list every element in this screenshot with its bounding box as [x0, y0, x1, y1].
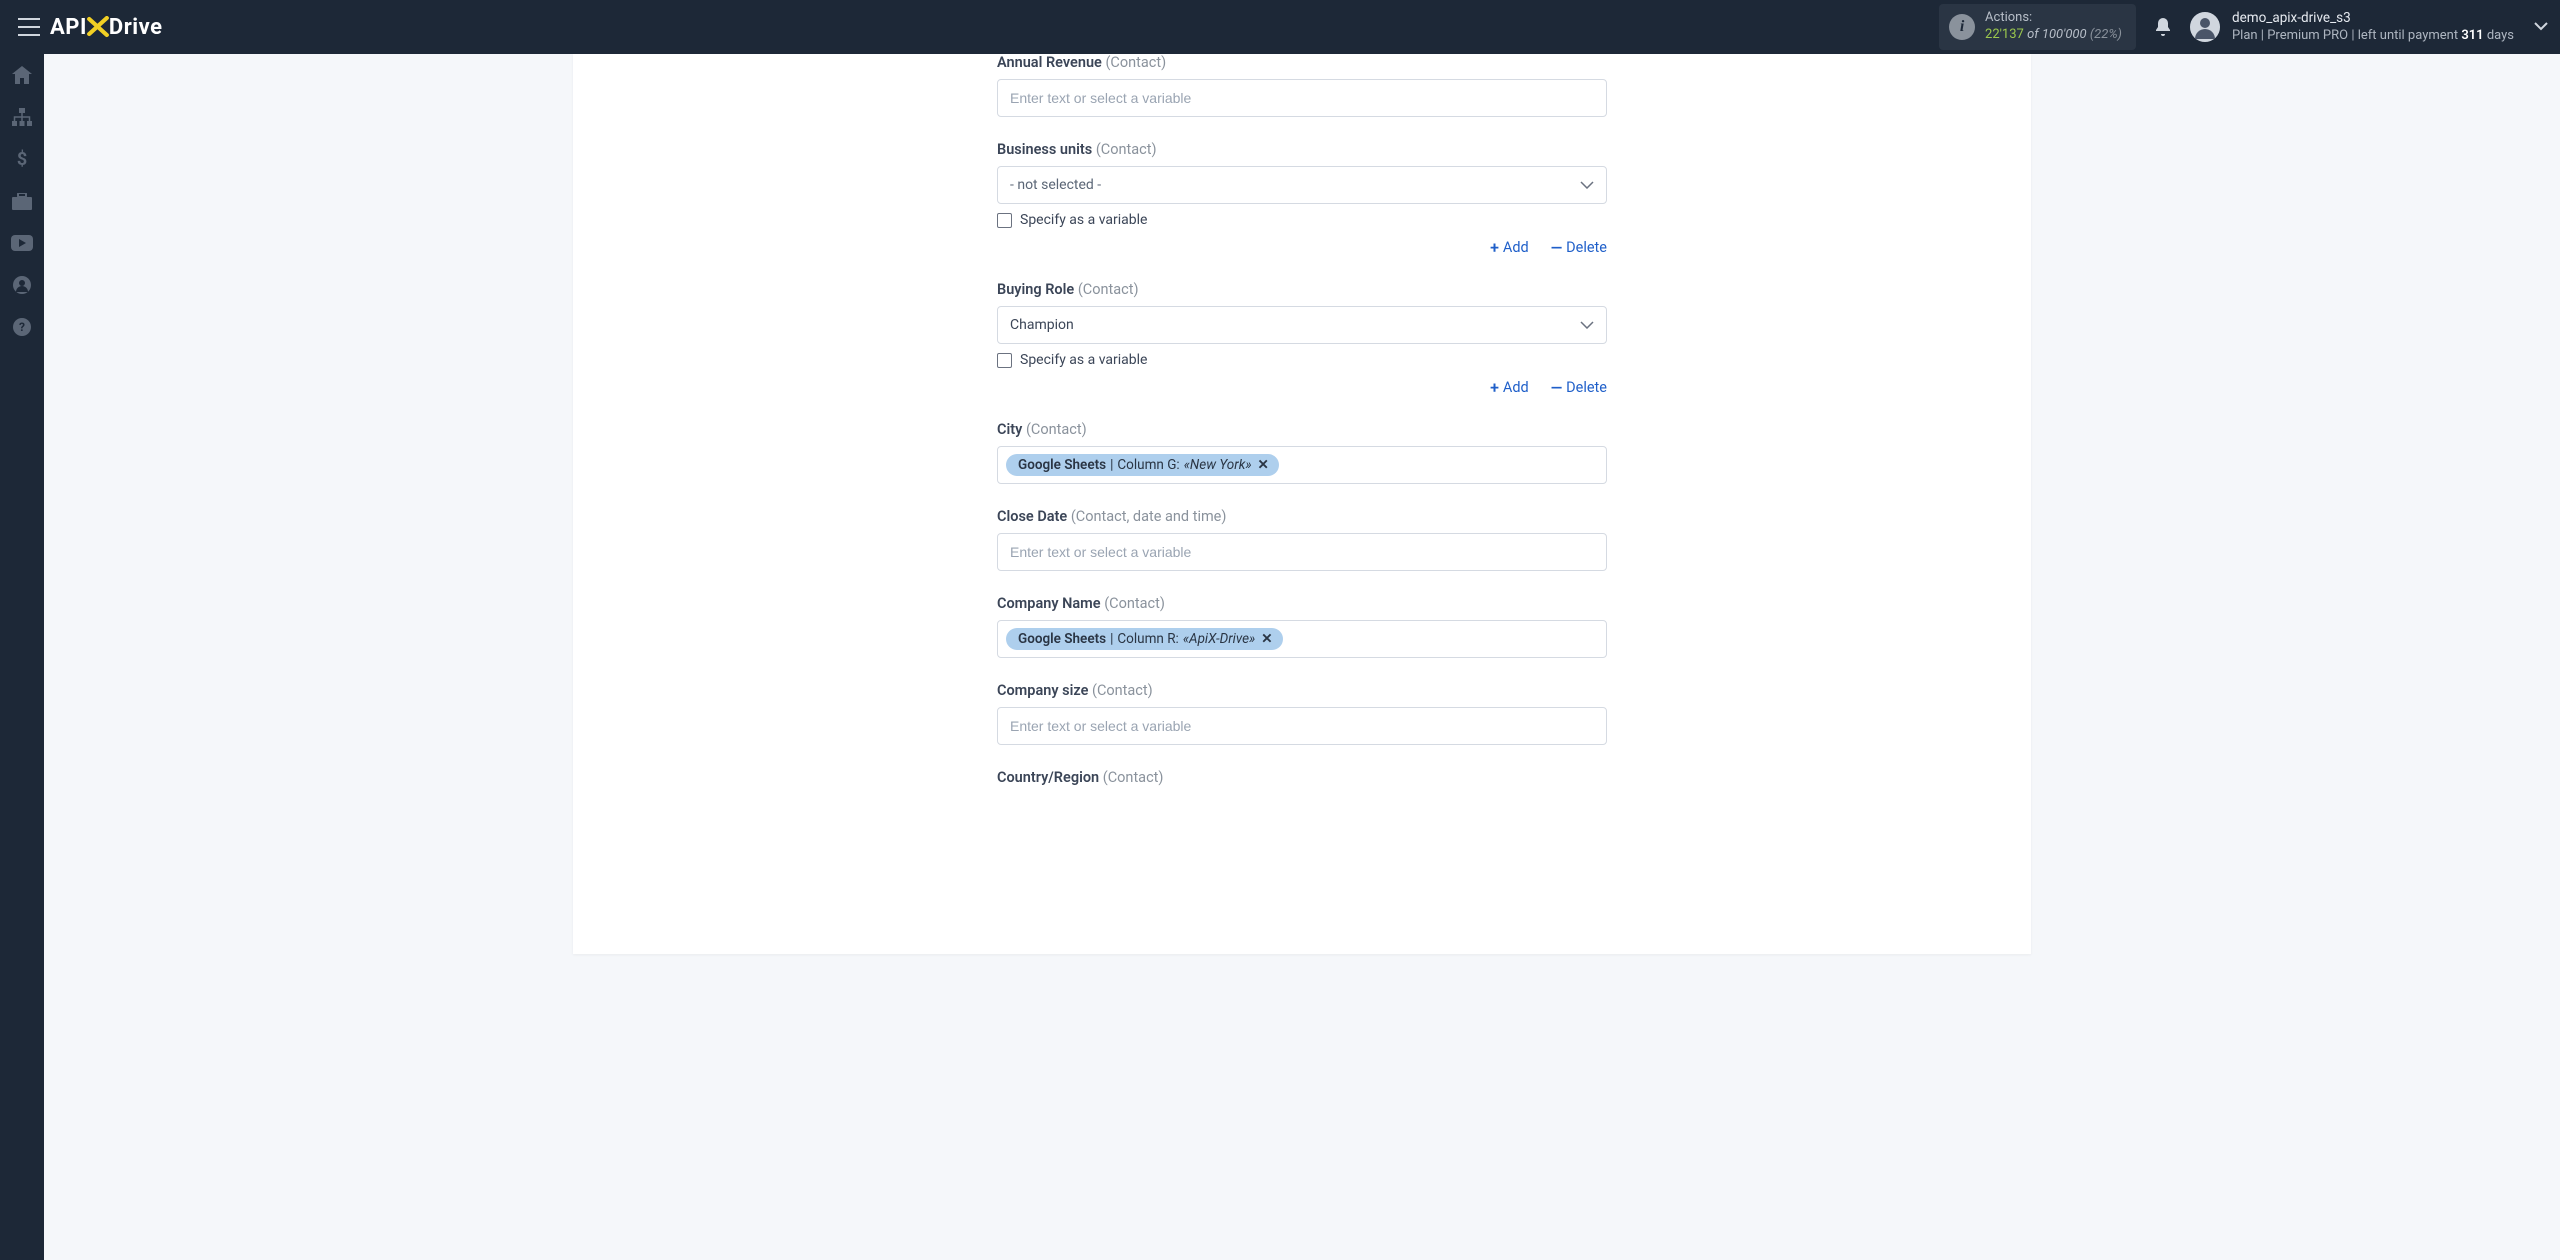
checkbox-business-units-variable[interactable]	[997, 213, 1012, 228]
avatar-icon	[2190, 12, 2220, 42]
user-name: demo_apix-drive_s3	[2232, 9, 2514, 27]
select-buying-role-value: Champion	[1010, 317, 1074, 333]
svg-text:$: $	[17, 149, 27, 169]
actions-usage[interactable]: i Actions: 22'137 of 100'000 (22%)	[1939, 4, 2136, 50]
delete-button[interactable]: —Delete	[1551, 378, 1607, 397]
checkbox-label: Specify as a variable	[1020, 212, 1147, 228]
chevron-down-icon	[1580, 181, 1594, 189]
select-business-units[interactable]: - not selected -	[997, 166, 1607, 204]
header: API Drive i Actions: 22'137 of 100'000 (…	[0, 0, 2560, 54]
form-panel: Annual Revenue (Contact) Business units …	[573, 54, 2031, 954]
main: Annual Revenue (Contact) Business units …	[44, 54, 2560, 994]
logo-pre: API	[50, 15, 87, 40]
label-company-size-sub: (Contact)	[1092, 682, 1153, 699]
field-city: City (Contact) Google Sheets | Column G:…	[997, 421, 1607, 484]
label-country-region-sub: (Contact)	[1103, 769, 1164, 786]
label-buying-role-sub: (Contact)	[1078, 281, 1139, 298]
field-company-name: Company Name (Contact) Google Sheets | C…	[997, 595, 1607, 658]
label-close-date-sub: (Contact, date and time)	[1071, 508, 1227, 525]
plus-icon: +	[1490, 378, 1499, 397]
checkbox-buying-role-variable[interactable]	[997, 353, 1012, 368]
chevron-down-icon	[1580, 321, 1594, 329]
input-close-date[interactable]	[997, 533, 1607, 571]
logo-post: Drive	[109, 15, 163, 40]
sidebar-dollar-icon[interactable]: $	[0, 138, 44, 180]
actions-pct: (22%)	[2090, 27, 2122, 42]
minus-icon: —	[1551, 379, 1562, 397]
field-buying-role: Buying Role (Contact) Champion Specify a…	[997, 281, 1607, 397]
field-company-size: Company size (Contact)	[997, 682, 1607, 745]
sidebar-user-icon[interactable]	[0, 264, 44, 306]
actions-label: Actions:	[1985, 10, 2122, 27]
label-country-region: Country/Region	[997, 769, 1099, 786]
delete-button[interactable]: —Delete	[1551, 238, 1607, 257]
close-icon[interactable]: ✕	[1261, 631, 1272, 647]
sidebar-video-icon[interactable]	[0, 222, 44, 264]
sidebar-sitemap-icon[interactable]	[0, 96, 44, 138]
label-city-sub: (Contact)	[1026, 421, 1087, 438]
chip-company-name: Google Sheets | Column R: «ApiX-Drive» ✕	[1006, 628, 1283, 650]
header-right: i Actions: 22'137 of 100'000 (22%) demo_…	[1939, 4, 2548, 50]
select-buying-role[interactable]: Champion	[997, 306, 1607, 344]
logo[interactable]: API Drive	[50, 15, 162, 40]
label-annual-revenue-sub: (Contact)	[1105, 54, 1166, 71]
input-city[interactable]: Google Sheets | Column G: «New York» ✕	[997, 446, 1607, 484]
label-business-units: Business units	[997, 141, 1092, 158]
select-business-units-value: - not selected -	[1010, 177, 1101, 193]
label-company-name-sub: (Contact)	[1104, 595, 1165, 612]
info-icon: i	[1949, 14, 1975, 40]
svg-text:?: ?	[19, 320, 25, 334]
field-country-region: Country/Region (Contact)	[997, 769, 1607, 786]
actions-count: 22'137	[1985, 27, 2024, 42]
sidebar-briefcase-icon[interactable]	[0, 180, 44, 222]
label-annual-revenue: Annual Revenue	[997, 54, 1102, 71]
sidebar: $ ?	[0, 54, 44, 1260]
plus-icon: +	[1490, 238, 1499, 257]
label-business-units-sub: (Contact)	[1096, 141, 1157, 158]
field-business-units: Business units (Contact) - not selected …	[997, 141, 1607, 257]
label-company-size: Company size	[997, 682, 1088, 699]
sidebar-home-icon[interactable]	[0, 54, 44, 96]
sidebar-help-icon[interactable]: ?	[0, 306, 44, 348]
field-close-date: Close Date (Contact, date and time)	[997, 508, 1607, 571]
user-text: demo_apix-drive_s3 Plan | Premium PRO | …	[2232, 9, 2514, 45]
actions-total: 100'000	[2042, 27, 2087, 42]
user-menu[interactable]: demo_apix-drive_s3 Plan | Premium PRO | …	[2190, 9, 2548, 45]
bell-icon[interactable]	[2154, 17, 2172, 37]
add-button[interactable]: +Add	[1490, 238, 1529, 257]
label-close-date: Close Date	[997, 508, 1067, 525]
field-annual-revenue: Annual Revenue (Contact)	[997, 54, 1607, 117]
input-company-size[interactable]	[997, 707, 1607, 745]
input-company-name[interactable]: Google Sheets | Column R: «ApiX-Drive» ✕	[997, 620, 1607, 658]
label-buying-role: Buying Role	[997, 281, 1074, 298]
minus-icon: —	[1551, 239, 1562, 257]
chip-city: Google Sheets | Column G: «New York» ✕	[1006, 454, 1279, 476]
input-annual-revenue[interactable]	[997, 79, 1607, 117]
chevron-down-icon	[2534, 22, 2548, 31]
add-button[interactable]: +Add	[1490, 378, 1529, 397]
label-city: City	[997, 421, 1022, 438]
label-company-name: Company Name	[997, 595, 1101, 612]
checkbox-label: Specify as a variable	[1020, 352, 1147, 368]
close-icon[interactable]: ✕	[1258, 457, 1269, 473]
actions-text: Actions: 22'137 of 100'000 (22%)	[1985, 10, 2122, 44]
menu-icon[interactable]	[12, 12, 46, 42]
logo-x	[87, 16, 109, 38]
